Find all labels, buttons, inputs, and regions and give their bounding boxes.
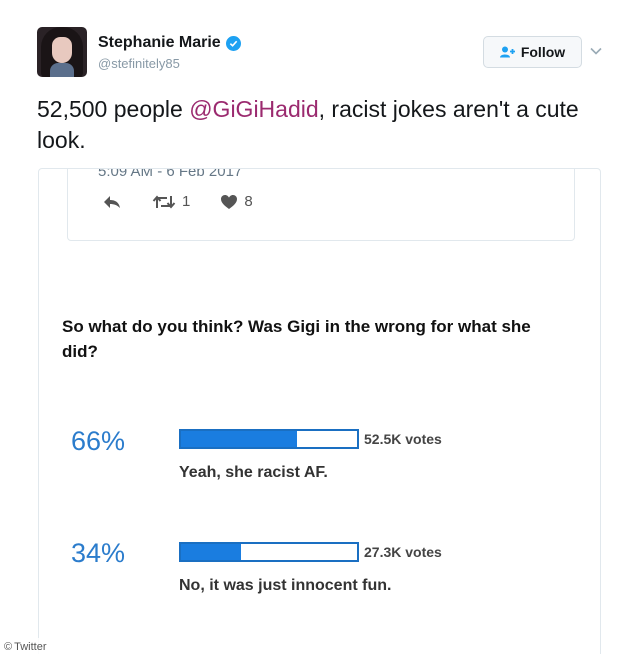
follow-button-label: Follow <box>520 44 566 60</box>
tweet-actions: 1 8 <box>102 193 283 210</box>
like-action[interactable]: 8 <box>220 193 253 210</box>
poll-option-label: No, it was just innocent fun. <box>179 577 392 594</box>
mention-link[interactable]: @GiGiHadid <box>189 96 318 122</box>
heart-icon <box>221 194 238 209</box>
poll-option-percent: 66% <box>71 426 126 456</box>
display-name-text: Stephanie Marie <box>98 34 221 51</box>
tweet-text: 52,500 people @GiGiHadid, racist jokes a… <box>37 94 607 156</box>
embedded-card: 5:09 AM - 6 Feb 2017 1 8 So what do you … <box>38 168 601 654</box>
poll-option-percent: 34% <box>71 538 126 568</box>
image-credit: © Twitter <box>0 638 53 654</box>
user-handle[interactable]: @stefinitely85 <box>98 56 180 71</box>
avatar[interactable] <box>37 27 87 77</box>
retweet-icon <box>152 194 176 209</box>
verified-icon <box>225 35 241 51</box>
poll-question: So what do you think? Was Gigi in the wr… <box>62 317 531 361</box>
poll-option-votes: 52.5K votes <box>364 431 442 447</box>
retweet-count: 1 <box>182 193 191 210</box>
follow-button[interactable]: Follow <box>483 36 582 68</box>
timestamp[interactable]: 5:09 AM - 6 Feb 2017 <box>98 169 242 180</box>
poll-bar-fill <box>181 544 241 560</box>
poll-bar-fill <box>181 431 298 447</box>
retweet-action[interactable]: 1 <box>152 193 190 210</box>
tweet-text-before: 52,500 people <box>37 96 190 122</box>
poll-bar <box>179 429 359 449</box>
image-credit-text: Twitter <box>14 640 47 653</box>
poll-bar <box>179 542 359 562</box>
reply-icon <box>104 195 120 208</box>
add-user-icon <box>499 46 515 58</box>
like-count: 8 <box>244 193 253 210</box>
poll-option-votes: 27.3K votes <box>364 544 442 560</box>
copyright-icon: © <box>4 640 13 653</box>
display-name[interactable]: Stephanie Marie <box>98 34 241 52</box>
quoted-tweet[interactable]: 5:09 AM - 6 Feb 2017 1 8 <box>67 169 575 241</box>
poll-option-label: Yeah, she racist AF. <box>179 464 328 481</box>
chevron-down-icon[interactable] <box>589 44 603 58</box>
reply-action[interactable] <box>102 194 122 210</box>
